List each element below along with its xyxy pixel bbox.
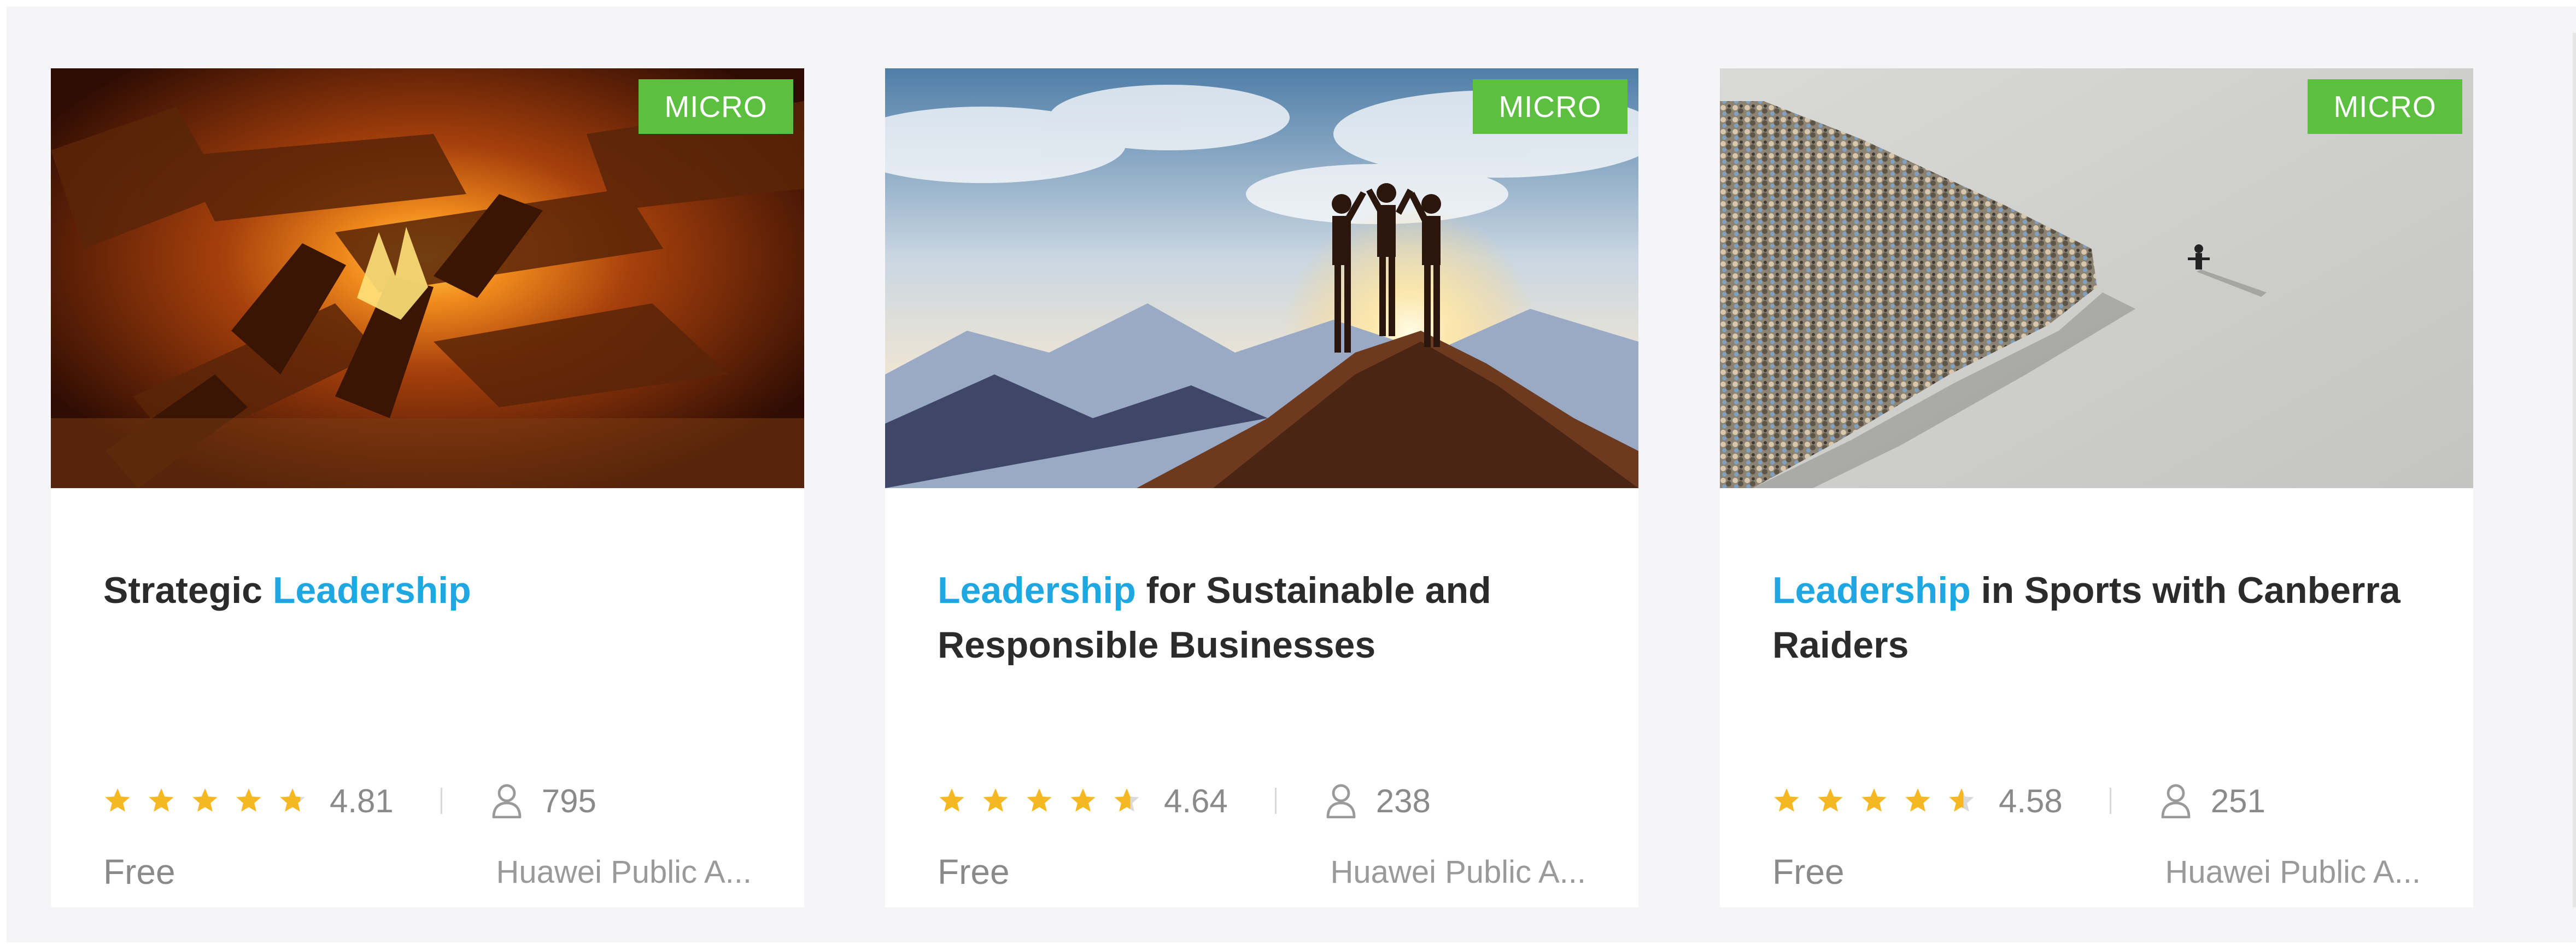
meta-divider	[1274, 788, 1277, 814]
course-price: Free	[1772, 852, 1845, 892]
micro-badge: MICRO	[2308, 79, 2462, 134]
course-price: Free	[938, 852, 1010, 892]
star-icon	[939, 788, 964, 812]
course-meta: 4.58 251	[1772, 773, 2428, 828]
course-provider[interactable]: Huawei Public A...	[1331, 854, 1586, 890]
course-title[interactable]: Leadership for Sustainable and Responsib…	[938, 563, 1605, 672]
star-icon	[149, 788, 174, 812]
course-footer: Free Huawei Public A...	[103, 845, 752, 899]
rating-value: 4.64	[1164, 782, 1228, 819]
user-icon	[492, 784, 522, 818]
micro-badge: MICRO	[1473, 79, 1627, 134]
rating-stars	[103, 787, 322, 815]
star-icon	[280, 788, 305, 812]
course-thumbnail[interactable]: MICRO	[885, 68, 1638, 488]
meta-divider	[440, 788, 442, 814]
course-meta: 4.64 238	[938, 773, 1594, 828]
star-icon	[1027, 788, 1052, 812]
star-icon	[1949, 788, 1974, 812]
course-card[interactable]: MICRO Strategic Leadership 4.81 795 Free…	[51, 68, 804, 907]
enrolled-count: 795	[541, 782, 596, 819]
star-icon	[1818, 788, 1843, 812]
star-icon	[1774, 788, 1799, 812]
title-highlight: Leadership	[272, 570, 471, 611]
title-highlight: Leadership	[938, 570, 1136, 611]
rating-stars	[938, 787, 1156, 815]
star-icon	[1861, 788, 1887, 812]
rating-value: 4.58	[1999, 782, 2063, 819]
course-provider[interactable]: Huawei Public A...	[2165, 854, 2421, 890]
star-icon	[1905, 788, 1930, 812]
micro-badge: MICRO	[639, 79, 793, 134]
meta-divider	[2109, 788, 2111, 814]
star-icon	[236, 788, 261, 812]
star-icon	[105, 788, 130, 812]
course-thumbnail[interactable]: MICRO	[51, 68, 804, 488]
course-card[interactable]: MICRO Leadership for Sustainable and Res…	[885, 68, 1638, 907]
scroll-edge	[2573, 33, 2576, 907]
star-icon	[1114, 788, 1139, 812]
rating-stars	[1772, 787, 1991, 815]
course-title[interactable]: Leadership in Sports with Canberra Raide…	[1772, 563, 2439, 672]
course-footer: Free Huawei Public A...	[1772, 845, 2421, 899]
course-title[interactable]: Strategic Leadership	[103, 563, 770, 618]
title-highlight: Leadership	[1772, 570, 1971, 611]
enrolled-count: 251	[2210, 782, 2265, 819]
course-card[interactable]: MICRO Leadership in Sports with Canberra…	[1720, 68, 2473, 907]
course-footer: Free Huawei Public A...	[938, 845, 1586, 899]
star-icon	[192, 788, 218, 812]
rating-value: 4.81	[330, 782, 394, 819]
course-thumbnail[interactable]: MICRO	[1720, 68, 2473, 488]
star-icon	[1070, 788, 1096, 812]
star-icon	[983, 788, 1008, 812]
user-icon	[2161, 784, 2191, 818]
course-provider[interactable]: Huawei Public A...	[496, 854, 752, 890]
user-icon	[1326, 784, 1356, 818]
course-meta: 4.81 795	[103, 773, 759, 828]
course-price: Free	[103, 852, 175, 892]
enrolled-count: 238	[1375, 782, 1431, 819]
